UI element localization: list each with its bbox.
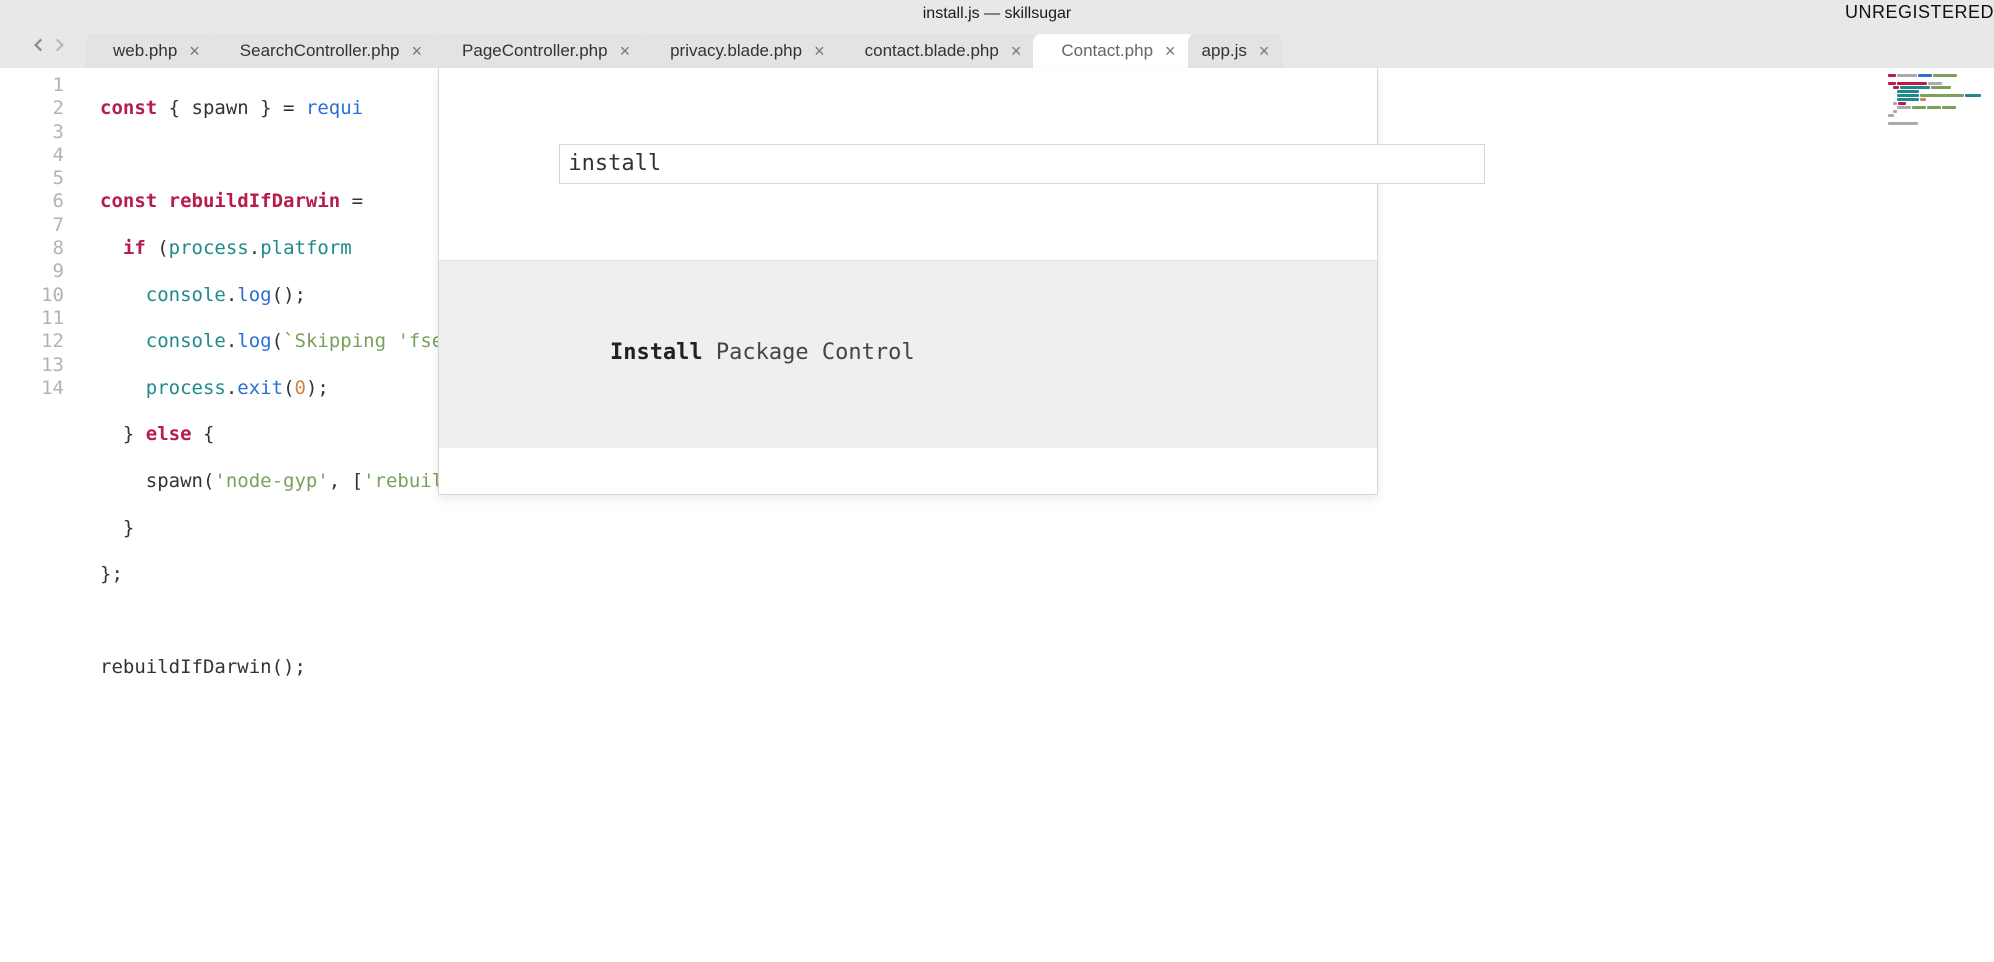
line-gutter: 1 2 3 4 5 6 7 8 9 10 11 12 13 14 [0,68,80,962]
palette-item-rest: Package Control [703,340,915,365]
tab-label: PageController.php [462,41,608,61]
line-number: 13 [0,354,64,377]
tab-web-php[interactable]: web.php × [85,34,218,68]
tab-label: privacy.blade.php [670,41,802,61]
editor[interactable]: 1 2 3 4 5 6 7 8 9 10 11 12 13 14 const {… [0,68,1994,962]
command-palette-input[interactable] [559,144,1485,184]
code-line: }; [100,563,1994,586]
close-icon[interactable]: × [620,42,631,60]
line-number: 7 [0,214,64,237]
command-palette: Install Package Control [438,68,1378,495]
tab-contact-blade[interactable]: contact.blade.php × [837,34,1040,68]
tab-bar: web.php × SearchController.php × PageCon… [0,28,1994,68]
line-number: 5 [0,167,64,190]
tab-privacy-blade[interactable]: privacy.blade.php × [642,34,843,68]
code-area[interactable]: const { spawn } = requi const rebuildIfD… [80,68,1994,962]
palette-item-highlight: Install [610,340,703,365]
command-palette-input-wrap [439,115,1377,214]
line-number: 14 [0,377,64,400]
close-icon[interactable]: × [1165,42,1176,60]
nav-back-icon[interactable] [30,36,48,59]
code-line [100,703,1994,726]
tab-contact-php[interactable]: Contact.php × [1033,34,1193,68]
line-number: 3 [0,121,64,144]
minimap[interactable] [1884,68,1994,962]
tab-label: contact.blade.php [865,41,999,61]
line-number: 4 [0,144,64,167]
registration-status: UNREGISTERED [1845,2,1994,23]
nav-arrows [30,36,68,59]
line-number: 9 [0,260,64,283]
tab-label: SearchController.php [240,41,400,61]
close-icon[interactable]: × [412,42,423,60]
command-palette-item[interactable]: Install Package Control [439,307,1377,401]
close-icon[interactable]: × [1011,42,1022,60]
line-number: 2 [0,97,64,120]
tab-label: web.php [113,41,177,61]
close-icon[interactable]: × [1259,42,1270,60]
code-line [100,610,1994,633]
app-window: install.js — skillsugar UNREGISTERED web… [0,0,1994,962]
line-number: 8 [0,237,64,260]
code-line: rebuildIfDarwin(); [100,656,1994,679]
line-number: 11 [0,307,64,330]
line-number: 12 [0,330,64,353]
tab-page-controller[interactable]: PageController.php × [434,34,648,68]
tab-label: app.js [1202,41,1247,61]
line-number: 10 [0,284,64,307]
tab-app-js[interactable]: app.js × [1188,34,1284,68]
command-palette-results: Install Package Control [439,260,1377,448]
close-icon[interactable]: × [189,42,200,60]
close-icon[interactable]: × [814,42,825,60]
nav-forward-icon[interactable] [50,36,68,59]
tab-label: Contact.php [1061,41,1153,61]
line-number: 1 [0,74,64,97]
window-titlebar: install.js — skillsugar [0,0,1994,28]
line-number: 6 [0,190,64,213]
code-line: } [100,517,1994,540]
tab-search-controller[interactable]: SearchController.php × [212,34,440,68]
window-title: install.js — skillsugar [923,5,1071,23]
